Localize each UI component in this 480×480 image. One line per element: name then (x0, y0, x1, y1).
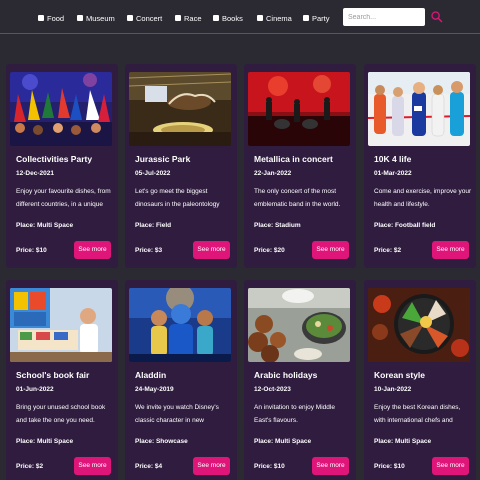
checkbox-icon[interactable] (175, 15, 181, 21)
event-price: Price: $10 (374, 463, 405, 470)
navbar: Food Museum Concert Race Books Cinema Pa… (0, 0, 480, 34)
see-more-button[interactable]: See more (74, 457, 111, 475)
event-card: Arabic holidays 12-Oct-2023 An invitatio… (244, 280, 356, 480)
event-price: Price: $3 (135, 247, 163, 254)
event-title: Korean style (374, 370, 426, 380)
event-image (10, 72, 112, 146)
see-more-button[interactable]: See more (432, 457, 469, 475)
event-description: Bring your unused school book and take t… (16, 404, 106, 424)
event-place: Place: Football field (374, 222, 436, 229)
event-place: Place: Field (135, 222, 172, 229)
search-input[interactable] (343, 8, 425, 26)
event-price: Price: $20 (254, 247, 285, 254)
event-image (248, 288, 350, 362)
see-more-button[interactable]: See more (74, 241, 111, 259)
checkbox-icon[interactable] (127, 15, 133, 21)
see-more-button[interactable]: See more (193, 241, 230, 259)
event-title: 10K 4 life (374, 154, 412, 164)
filter-food[interactable]: Food (38, 12, 64, 24)
event-date: 24-May-2019 (135, 386, 174, 393)
see-more-button[interactable]: See more (193, 457, 230, 475)
event-date: 12-Dec-2021 (16, 170, 54, 177)
event-card: 10K 4 life 01-Mar-2022 Come and exercise… (364, 64, 476, 268)
filter-label: Party (312, 13, 330, 23)
event-title: Arabic holidays (254, 370, 318, 380)
event-image (248, 72, 350, 146)
event-title: School's book fair (16, 370, 90, 380)
event-date: 10-Jan-2022 (374, 386, 412, 393)
search-icon[interactable] (430, 10, 444, 24)
event-grid: Collectivities Party 12-Dec-2021 Enjoy y… (0, 62, 480, 480)
filter-concert[interactable]: Concert (127, 12, 162, 24)
event-place: Place: Showcase (135, 438, 188, 445)
event-place: Place: Multi Space (16, 222, 74, 229)
event-date: 01-Mar-2022 (374, 170, 412, 177)
event-date: 05-Jul-2022 (135, 170, 171, 177)
event-place: Place: Multi Space (254, 438, 312, 445)
event-date: 12-Oct-2023 (254, 386, 291, 393)
filter-label: Museum (86, 13, 115, 23)
filter-label: Food (47, 13, 65, 23)
filter-cinema[interactable]: Cinema (257, 12, 292, 24)
event-description: Enjoy the best Korean dishes, with inter… (374, 404, 461, 424)
event-description: An invitation to enjoy Middle East's fla… (254, 404, 335, 424)
filter-party[interactable]: Party (303, 12, 330, 24)
filter-label: Concert (136, 13, 163, 23)
checkbox-icon[interactable] (38, 15, 44, 21)
filter-label: Race (184, 13, 202, 23)
event-description: Let's go meet the biggest dinosaurs in t… (135, 188, 220, 208)
filter-books[interactable]: Books (213, 12, 243, 24)
event-description: Enjoy your favourite dishes, from differ… (16, 188, 111, 208)
event-date: 01-Jun-2022 (16, 386, 54, 393)
event-image (129, 72, 231, 146)
see-more-button[interactable]: See more (312, 457, 349, 475)
event-image (368, 72, 470, 146)
event-price: Price: $10 (16, 247, 47, 254)
event-title: Collectivities Party (16, 154, 93, 164)
event-card: Korean style 10-Jan-2022 Enjoy the best … (364, 280, 476, 480)
filter-label: Cinema (266, 13, 292, 23)
checkbox-icon[interactable] (213, 15, 219, 21)
event-card: Aladdin 24-May-2019 We invite you watch … (125, 280, 237, 480)
event-image (10, 288, 112, 362)
event-card: Collectivities Party 12-Dec-2021 Enjoy y… (6, 64, 118, 268)
checkbox-icon[interactable] (257, 15, 263, 21)
event-card: Jurassic Park 05-Jul-2022 Let's go meet … (125, 64, 237, 268)
checkbox-icon[interactable] (303, 15, 309, 21)
event-price: Price: $10 (254, 463, 285, 470)
see-more-button[interactable]: See more (432, 241, 469, 259)
event-description: We invite you watch Disney's classic cha… (135, 404, 219, 424)
event-description: Come and exercise, improve your health a… (374, 188, 472, 208)
event-date: 22-Jan-2022 (254, 170, 292, 177)
event-price: Price: $4 (135, 463, 163, 470)
event-place: Place: Multi Space (16, 438, 74, 445)
filter-race[interactable]: Race (175, 12, 202, 24)
event-title: Jurassic Park (135, 154, 191, 164)
see-more-button[interactable]: See more (312, 241, 349, 259)
event-place: Place: Stadium (254, 222, 301, 229)
event-place: Place: Multi Space (374, 438, 432, 445)
checkbox-icon[interactable] (77, 15, 83, 21)
filter-museum[interactable]: Museum (77, 12, 115, 24)
event-image (129, 288, 231, 362)
event-price: Price: $2 (16, 463, 44, 470)
event-price: Price: $2 (374, 247, 402, 254)
event-card: Metallica in concert 22-Jan-2022 The onl… (244, 64, 356, 268)
filter-label: Books (222, 13, 243, 23)
event-description: The only concert of the most emblematic … (254, 188, 341, 208)
event-image (368, 288, 470, 362)
event-title: Metallica in concert (254, 154, 333, 164)
event-card: School's book fair 01-Jun-2022 Bring you… (6, 280, 118, 480)
event-title: Aladdin (135, 370, 167, 380)
